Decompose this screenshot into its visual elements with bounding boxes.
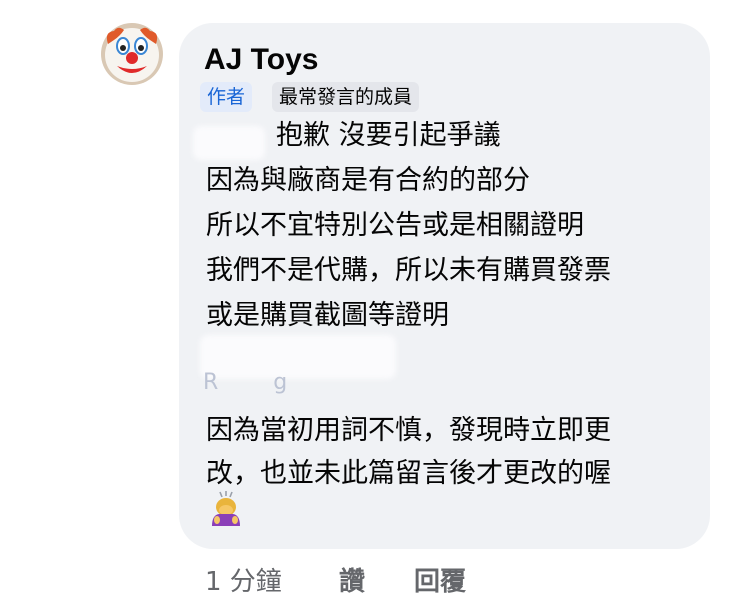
comment-text-line: 所以不宜特別公告或是相關證明 [206, 210, 584, 241]
comment-text-line: 抱歉 沒要引起爭議 [276, 120, 501, 151]
comment-text-line: 我們不是代購，所以未有購買發票 [206, 255, 611, 286]
like-button[interactable]: 讚 [339, 566, 365, 598]
top-commenter-badge: 最常發言的成員 [272, 82, 420, 112]
reply-button[interactable]: 回覆 [414, 566, 466, 598]
comment-timestamp[interactable]: 1 分鐘 [205, 566, 282, 598]
person-bowing-icon [212, 491, 240, 526]
comment-text-line: 因為與廠商是有合約的部分 [206, 165, 530, 196]
author-badge: 作者 [200, 82, 253, 112]
redacted-mention [193, 126, 265, 160]
comment-text-line: 因為當初用詞不慎，發現時立即更 [206, 415, 611, 446]
comment-text-line: 或是購買截圖等證明 [206, 300, 449, 331]
clown-face-avatar-icon[interactable] [100, 22, 164, 86]
comment-author-name[interactable]: AJ Toys [204, 40, 318, 80]
comment-text-line: 改，也並未此篇留言後才更改的喔 [206, 458, 611, 489]
redacted-mention-ghost: R g [203, 370, 288, 395]
